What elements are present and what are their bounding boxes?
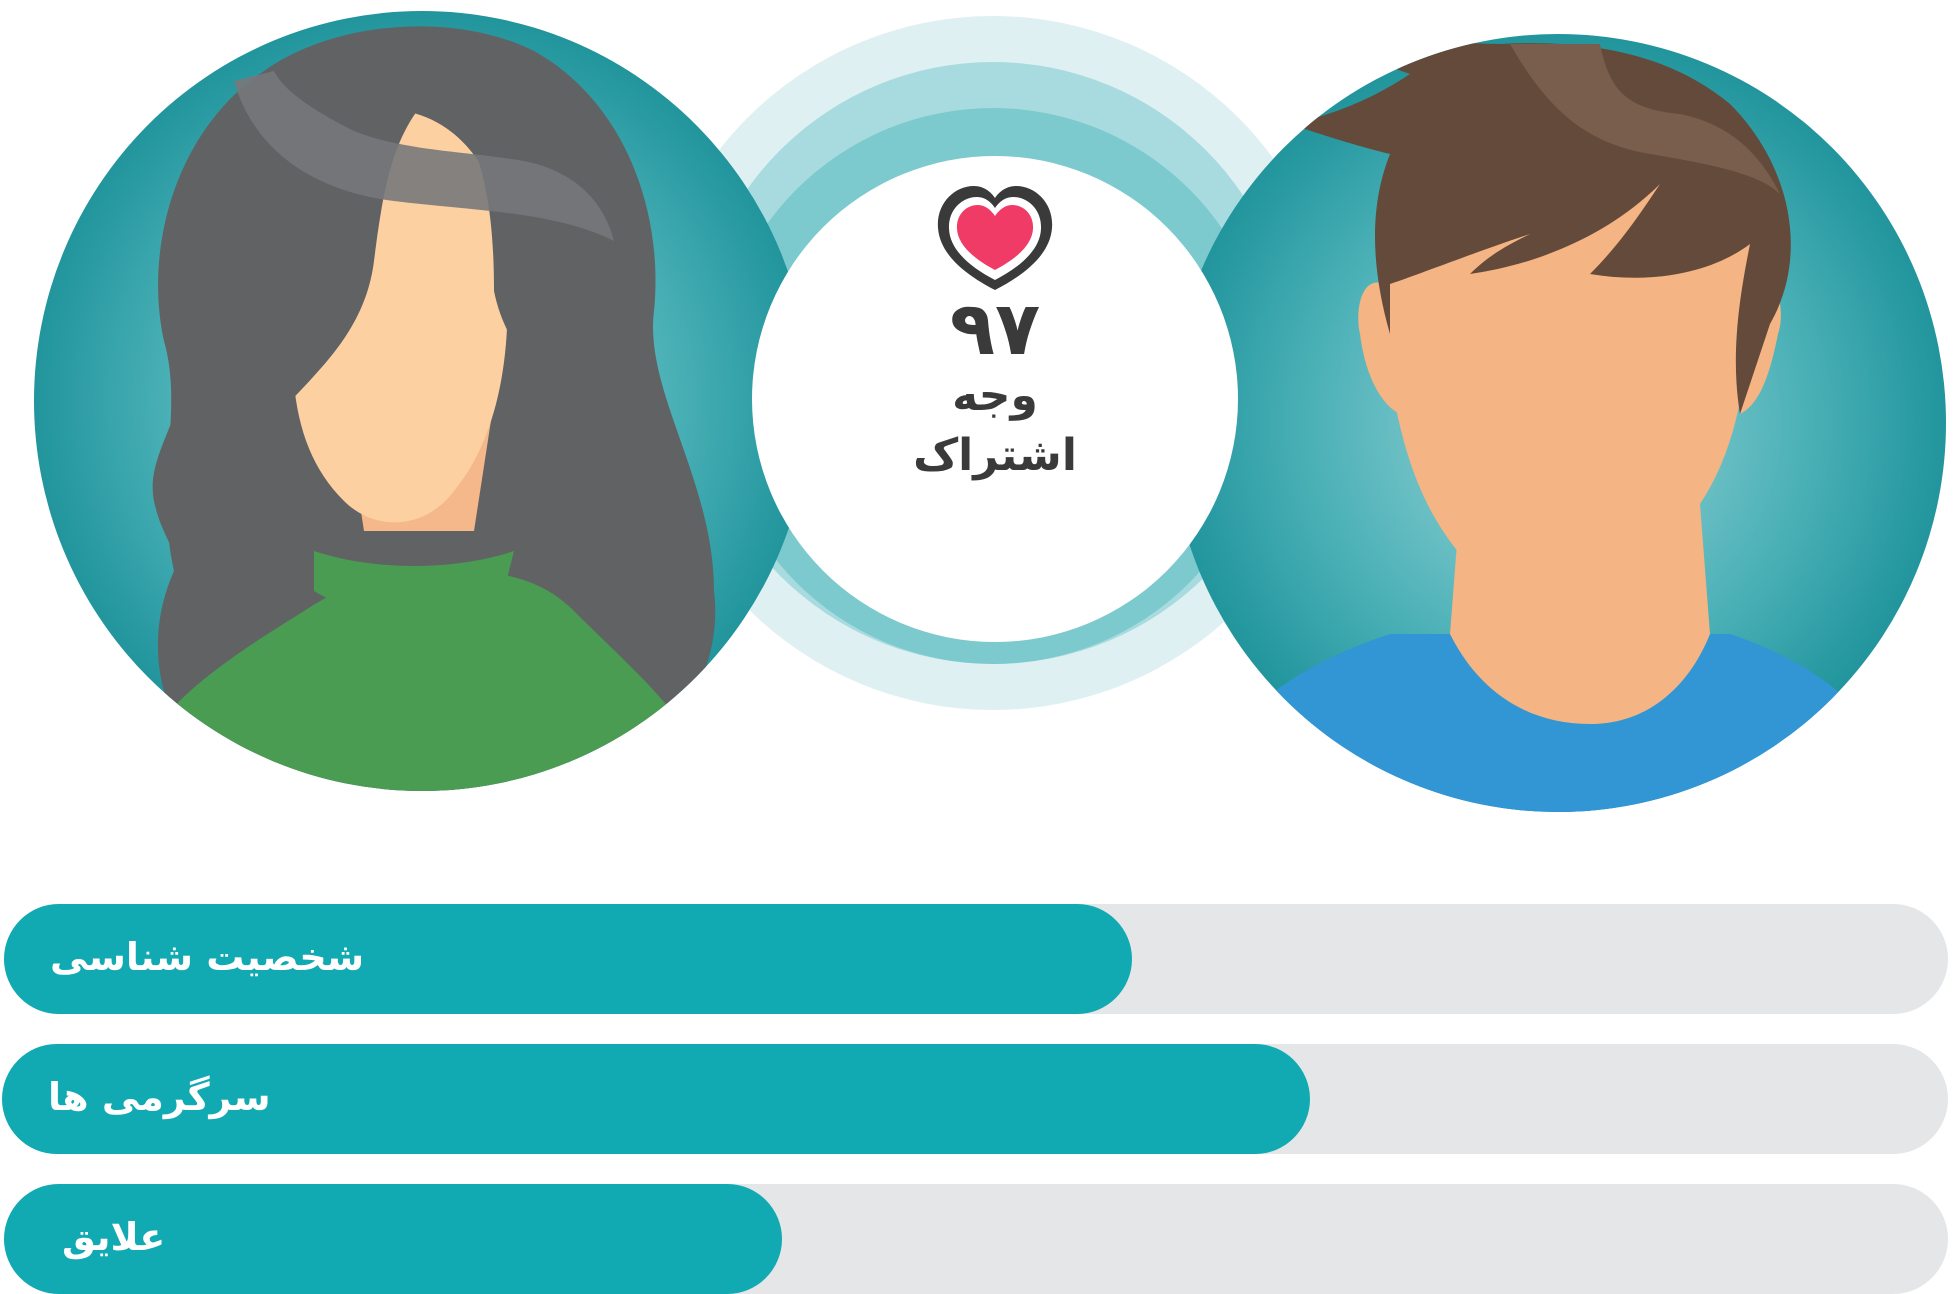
category-label-interests: علایق xyxy=(62,1215,166,1259)
category-fill-personality: شخصیت شناسی xyxy=(4,904,1132,1014)
category-fill-interests: علایق xyxy=(4,1184,782,1294)
match-score-label-line2: اشتراک xyxy=(913,430,1077,481)
category-bar-personality[interactable]: شخصیت شناسی xyxy=(4,904,1948,1014)
category-bar-interests[interactable]: علایق xyxy=(4,1184,1948,1294)
male-avatar-icon xyxy=(1230,39,1880,812)
match-score-label-line1: وجه xyxy=(952,370,1038,421)
match-score-value: ۹۷ xyxy=(949,286,1041,372)
match-score-circle: ۹۷ وجه اشتراک xyxy=(752,156,1238,642)
heart-icon xyxy=(937,186,1053,290)
female-avatar[interactable] xyxy=(34,11,810,791)
category-bar-hobbies[interactable]: سرگرمی ها xyxy=(2,1044,1948,1154)
category-label-personality: شخصیت شناسی xyxy=(50,935,365,979)
category-label-hobbies: سرگرمی ها xyxy=(48,1075,271,1119)
female-avatar-icon xyxy=(124,26,724,791)
male-avatar[interactable] xyxy=(1170,34,1946,812)
category-fill-hobbies: سرگرمی ها xyxy=(2,1044,1310,1154)
match-compatibility-view: ۹۷ وجه اشتراک شخصیت شناسی سرگرمی ها علای… xyxy=(0,0,1956,1294)
